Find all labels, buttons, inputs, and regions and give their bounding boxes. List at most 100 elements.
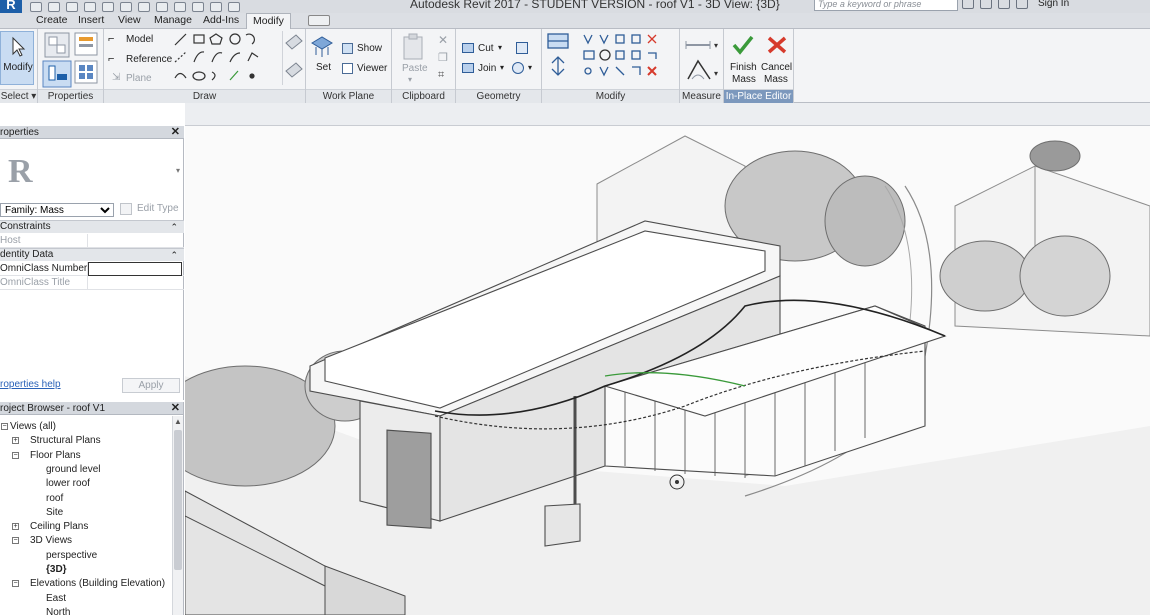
measure-distance-icon[interactable]: ▾ <box>685 41 718 50</box>
plane-button[interactable]: Plane <box>126 73 152 84</box>
draw-tools-gallery[interactable] <box>172 31 272 87</box>
split-face-icon[interactable] <box>516 42 528 54</box>
model-button[interactable]: Model <box>126 34 153 45</box>
3d-viewport[interactable] <box>185 103 1150 615</box>
close-icon[interactable]: ✕ <box>171 402 180 415</box>
switch-windows-icon[interactable] <box>228 1 240 12</box>
tab-insert[interactable]: Insert <box>72 13 110 29</box>
family-types-icon[interactable] <box>74 32 98 56</box>
user-icon[interactable] <box>1016 0 1028 9</box>
tab-view[interactable]: View <box>112 13 147 29</box>
edit-type-button[interactable]: Edit Type <box>137 203 179 214</box>
show-button[interactable]: Show <box>357 43 382 54</box>
match-properties-icon[interactable]: ⌗ <box>438 69 444 82</box>
print-icon[interactable] <box>102 1 114 12</box>
properties-help-link[interactable]: roperties help <box>0 379 61 390</box>
model-canvas[interactable] <box>185 126 1150 615</box>
paste-dropdown-icon[interactable]: ▾ <box>408 75 412 84</box>
ribbon-display-toggle-icon[interactable] <box>308 15 330 26</box>
tab-add-ins[interactable]: Add-Ins <box>197 13 245 29</box>
constraints-group[interactable]: Constraints ⌃ <box>0 220 184 233</box>
model-line-icon[interactable]: ⌐ <box>108 33 114 45</box>
type-dropdown-icon[interactable]: ▾ <box>176 166 180 175</box>
browser-item[interactable]: Site <box>46 507 63 519</box>
collapse-icon[interactable]: ⌃ <box>170 221 178 233</box>
family-category-icon[interactable] <box>74 60 98 84</box>
cut-button[interactable]: Cut <box>478 43 494 54</box>
3d-view-icon[interactable] <box>156 1 168 12</box>
set-work-plane-icon[interactable] <box>310 35 334 59</box>
tab-modify[interactable]: Modify <box>246 13 291 29</box>
copy-icon[interactable]: ❐ <box>438 51 448 64</box>
in-place-editor-panel: Finish Mass Cancel Mass In-Place Editor <box>724 29 794 103</box>
browser-item[interactable]: lower roof <box>46 478 90 490</box>
dimension-icon[interactable]: ▾ <box>687 59 718 80</box>
favorites-icon[interactable] <box>998 0 1010 9</box>
set-button[interactable]: Set <box>316 62 331 73</box>
surface-gallery[interactable] <box>282 31 304 85</box>
section-icon[interactable] <box>174 1 186 12</box>
save-icon[interactable] <box>48 1 60 12</box>
sign-in-link[interactable]: Sign In <box>1038 0 1069 9</box>
cut-dropdown-icon[interactable]: ▾ <box>498 43 502 52</box>
omniclass-number-field[interactable] <box>88 262 182 276</box>
paint-dropdown-icon[interactable]: ▾ <box>528 63 532 72</box>
binoculars-icon[interactable] <box>962 0 974 9</box>
tree-expander-icon[interactable]: − <box>12 451 19 459</box>
browser-item[interactable]: Structural Plans <box>30 435 101 447</box>
open-icon[interactable] <box>30 1 42 12</box>
browser-item[interactable]: roof <box>46 493 63 505</box>
redo-icon[interactable] <box>84 1 96 12</box>
browser-item[interactable]: Ceiling Plans <box>30 521 88 533</box>
reference-line-icon[interactable]: ⌐ <box>108 53 114 65</box>
measure-icon[interactable] <box>120 1 132 12</box>
browser-item[interactable]: perspective <box>46 550 97 562</box>
modify-tools[interactable] <box>544 31 680 89</box>
modify-button[interactable]: Modify <box>0 31 34 85</box>
tree-expander-icon[interactable]: + <box>12 523 19 531</box>
browser-item[interactable]: {3D} <box>46 564 67 576</box>
identity-data-group[interactable]: dentity Data ⌃ <box>0 248 184 261</box>
tree-expander-icon[interactable]: − <box>1 423 8 430</box>
finish-mass-button[interactable]: Finish Mass <box>726 31 758 87</box>
scroll-up-icon[interactable]: ▲ <box>174 417 182 426</box>
browser-item[interactable]: Views (all) <box>10 421 56 433</box>
join-dropdown-icon[interactable]: ▾ <box>500 63 504 72</box>
tree-expander-icon[interactable]: + <box>12 437 19 445</box>
browser-item[interactable]: ground level <box>46 464 100 476</box>
properties-icon[interactable] <box>42 60 72 88</box>
spline-icon <box>174 72 187 79</box>
close-hidden-icon[interactable] <box>210 1 222 12</box>
scrollbar-thumb[interactable] <box>174 430 182 570</box>
select-dropdown[interactable]: Select ▾ <box>0 89 37 103</box>
reference-button[interactable]: Reference <box>126 54 172 65</box>
vertical-scrollbar[interactable]: ▲ <box>172 416 183 615</box>
close-icon[interactable]: ✕ <box>171 126 180 139</box>
undo-icon[interactable] <box>66 1 78 12</box>
tab-manage[interactable]: Manage <box>148 13 198 29</box>
paint-icon[interactable] <box>512 62 524 74</box>
thin-lines-icon[interactable] <box>192 1 204 12</box>
tab-create[interactable]: Create <box>30 13 74 29</box>
paste-button[interactable]: Paste <box>402 63 428 74</box>
collapse-icon[interactable]: ⌃ <box>170 249 178 261</box>
browser-item[interactable]: Elevations (Building Elevation) <box>30 578 165 590</box>
cut-clip-icon[interactable]: ✕ <box>438 33 448 47</box>
apply-button[interactable]: Apply <box>122 378 180 393</box>
browser-item[interactable]: East <box>46 593 66 605</box>
viewer-button[interactable]: Viewer <box>357 63 387 74</box>
revit-app-menu-icon[interactable]: R <box>0 0 22 13</box>
type-selector[interactable]: R ▾ <box>0 144 184 200</box>
family-filter-select[interactable]: Family: Mass <box>0 203 114 217</box>
type-properties-icon[interactable] <box>44 32 70 58</box>
search-input[interactable]: Type a keyword or phrase <box>814 0 958 11</box>
browser-item[interactable]: North <box>46 607 70 615</box>
text-icon[interactable] <box>138 1 150 12</box>
browser-item[interactable]: Floor Plans <box>30 450 81 462</box>
tree-expander-icon[interactable]: − <box>12 580 19 588</box>
tree-expander-icon[interactable]: − <box>12 537 19 545</box>
cancel-mass-button[interactable]: Cancel Mass <box>760 31 794 87</box>
subscription-icon[interactable] <box>980 0 992 9</box>
join-button[interactable]: Join <box>478 63 496 74</box>
browser-item[interactable]: 3D Views <box>30 535 72 547</box>
